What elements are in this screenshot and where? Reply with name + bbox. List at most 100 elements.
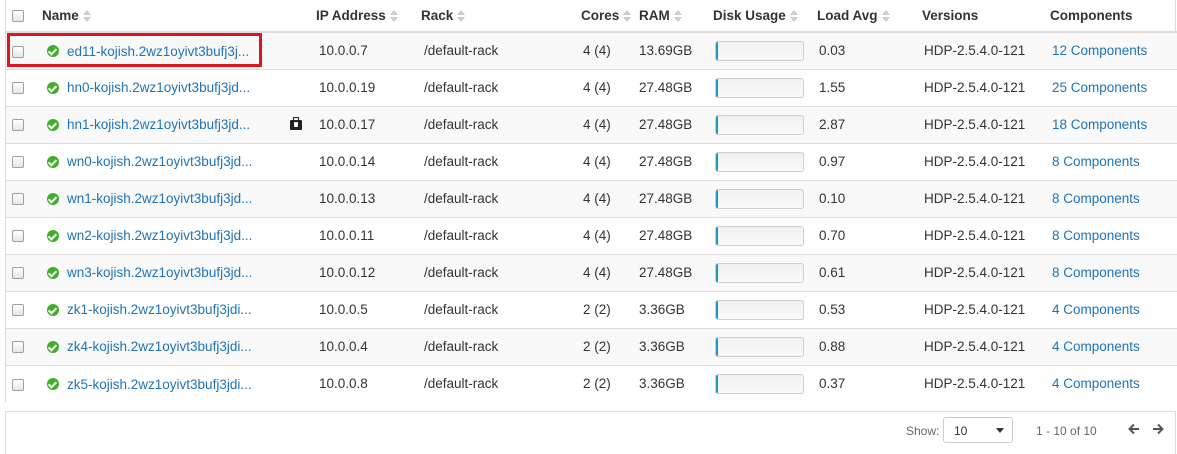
load-avg: 0.03 xyxy=(819,43,846,59)
host-name-link[interactable]: zk4-kojish.2wz1oyivt3bufj3jdi... xyxy=(67,339,252,354)
ip-address: 10.0.0.4 xyxy=(316,327,421,365)
column-versions-label: Versions xyxy=(922,8,979,23)
version: HDP-2.5.4.0-121 xyxy=(922,364,1050,402)
select-all-checkbox[interactable] xyxy=(12,10,24,23)
disk-usage-bar xyxy=(715,262,804,283)
ip-address: 10.0.0.8 xyxy=(316,364,421,402)
row-checkbox[interactable] xyxy=(12,378,24,391)
load-avg: 0.37 xyxy=(817,364,922,402)
host-name-link[interactable]: wn0-kojish.2wz1oyivt3bufj3jd... xyxy=(67,154,252,169)
disk-usage-fill xyxy=(716,374,718,393)
column-ip-label: IP Address xyxy=(316,8,386,23)
row-checkbox[interactable] xyxy=(12,304,24,317)
disk-usage-fill xyxy=(716,152,718,171)
version: HDP-2.5.4.0-121 xyxy=(922,105,1050,143)
rack: /default-rack xyxy=(421,105,581,143)
column-rack-label: Rack xyxy=(421,8,454,23)
cores: 4 (4) xyxy=(581,105,639,143)
components-link[interactable]: 8 Components xyxy=(1052,265,1140,280)
table-row: hn1-kojish.2wz1oyivt3bufj3jd... 10.0.0.17… xyxy=(6,105,1177,143)
medkit-icon xyxy=(290,117,302,131)
sort-icon xyxy=(82,10,91,23)
check-circle-icon xyxy=(47,155,59,168)
sort-icon xyxy=(457,10,466,23)
cores: 4 (4) xyxy=(581,142,639,180)
version: HDP-2.5.4.0-121 xyxy=(922,216,1050,254)
row-checkbox[interactable] xyxy=(12,156,24,169)
version: HDP-2.5.4.0-121 xyxy=(924,43,1026,59)
arrow-right-icon[interactable] xyxy=(1150,421,1166,437)
components-link[interactable]: 25 Components xyxy=(1052,80,1147,95)
components-link[interactable]: 8 Components xyxy=(1052,191,1140,206)
host-name-link[interactable]: wn2-kojish.2wz1oyivt3bufj3jd... xyxy=(67,228,252,243)
cores: 4 (4) xyxy=(581,216,639,254)
disk-usage-fill xyxy=(716,115,718,134)
disk-usage-bar xyxy=(715,225,804,246)
host-name-link[interactable]: zk5-kojish.2wz1oyivt3bufj3jdi... xyxy=(67,377,252,392)
table-footer: Show: 10 1 - 10 of 10 xyxy=(5,411,1176,454)
components-link[interactable]: 4 Components xyxy=(1052,376,1140,391)
cores: 4 (4) xyxy=(581,253,639,291)
column-header-rack[interactable]: Rack xyxy=(421,0,581,33)
host-name-link[interactable]: hn1-kojish.2wz1oyivt3bufj3jd... xyxy=(67,117,250,132)
ip-address: 10.0.0.7 xyxy=(319,43,368,59)
column-header-cores[interactable]: Cores xyxy=(581,0,639,33)
column-header-load[interactable]: Load Avg xyxy=(817,0,922,33)
components-link[interactable]: 18 Components xyxy=(1052,117,1147,132)
cores: 4 (4) xyxy=(581,179,639,217)
host-name-link[interactable]: hn0-kojish.2wz1oyivt3bufj3jd... xyxy=(67,80,250,95)
rack: /default-rack xyxy=(421,216,581,254)
column-name-label: Name xyxy=(42,8,79,23)
hosts-table-container: Name IP Address Rack Cores RAM Disk Usag… xyxy=(5,0,1177,402)
row-checkbox[interactable] xyxy=(12,230,24,243)
ram: 3.36GB xyxy=(639,290,713,328)
row-checkbox[interactable] xyxy=(12,267,24,280)
components-link[interactable]: 4 Components xyxy=(1052,339,1140,354)
check-circle-icon xyxy=(47,81,59,94)
column-header-disk[interactable]: Disk Usage xyxy=(713,0,817,33)
column-header-name[interactable]: Name xyxy=(42,0,276,33)
row-checkbox[interactable] xyxy=(12,82,24,95)
rack: /default-rack xyxy=(421,290,581,328)
column-header-ip[interactable]: IP Address xyxy=(316,0,421,33)
load-avg: 1.55 xyxy=(817,68,922,106)
cores: 2 (2) xyxy=(581,290,639,328)
components-link[interactable]: 8 Components xyxy=(1052,154,1140,169)
column-header-ram[interactable]: RAM xyxy=(639,0,713,33)
row-checkbox[interactable] xyxy=(12,341,24,354)
page-size-select[interactable]: 10 xyxy=(943,417,1013,443)
table-header-row: Name IP Address Rack Cores RAM Disk Usag… xyxy=(6,0,1177,33)
components-link[interactable]: 4 Components xyxy=(1052,302,1140,317)
ip-address: 10.0.0.11 xyxy=(316,216,421,254)
sort-icon xyxy=(673,10,682,23)
host-name-link[interactable]: ed11-kojish.2wz1oyivt3bufj3j... xyxy=(67,44,249,59)
rack: /default-rack xyxy=(421,179,581,217)
cores: 4 (4) xyxy=(583,43,611,59)
table-row: wn2-kojish.2wz1oyivt3bufj3jd... 10.0.0.11… xyxy=(6,216,1177,254)
row-checkbox[interactable] xyxy=(12,45,24,58)
load-avg: 0.97 xyxy=(817,142,922,180)
host-name-link[interactable]: wn1-kojish.2wz1oyivt3bufj3jd... xyxy=(67,191,252,206)
disk-usage-bar xyxy=(715,40,804,61)
row-checkbox[interactable] xyxy=(12,119,24,132)
rack: /default-rack xyxy=(421,68,581,106)
ram: 3.36GB xyxy=(639,327,713,365)
ip-address: 10.0.0.12 xyxy=(316,253,421,291)
rack: /default-rack xyxy=(424,43,499,59)
check-circle-icon xyxy=(47,229,59,242)
table-row: zk4-kojish.2wz1oyivt3bufj3jdi... 10.0.0.4… xyxy=(6,327,1177,365)
rack: /default-rack xyxy=(421,142,581,180)
load-avg: 2.87 xyxy=(817,105,922,143)
host-name-link[interactable]: zk1-kojish.2wz1oyivt3bufj3jdi... xyxy=(67,302,252,317)
components-link[interactable]: 12 Components xyxy=(1052,43,1147,58)
check-circle-icon xyxy=(47,45,59,58)
host-name-link[interactable]: wn3-kojish.2wz1oyivt3bufj3jd... xyxy=(67,265,252,280)
chevron-down-icon xyxy=(996,428,1004,433)
components-link[interactable]: 8 Components xyxy=(1052,228,1140,243)
arrow-left-icon[interactable] xyxy=(1126,421,1142,437)
check-circle-icon xyxy=(47,118,59,131)
check-circle-icon xyxy=(47,192,59,205)
check-circle-icon xyxy=(47,340,59,353)
row-checkbox[interactable] xyxy=(12,193,24,206)
version: HDP-2.5.4.0-121 xyxy=(922,68,1050,106)
